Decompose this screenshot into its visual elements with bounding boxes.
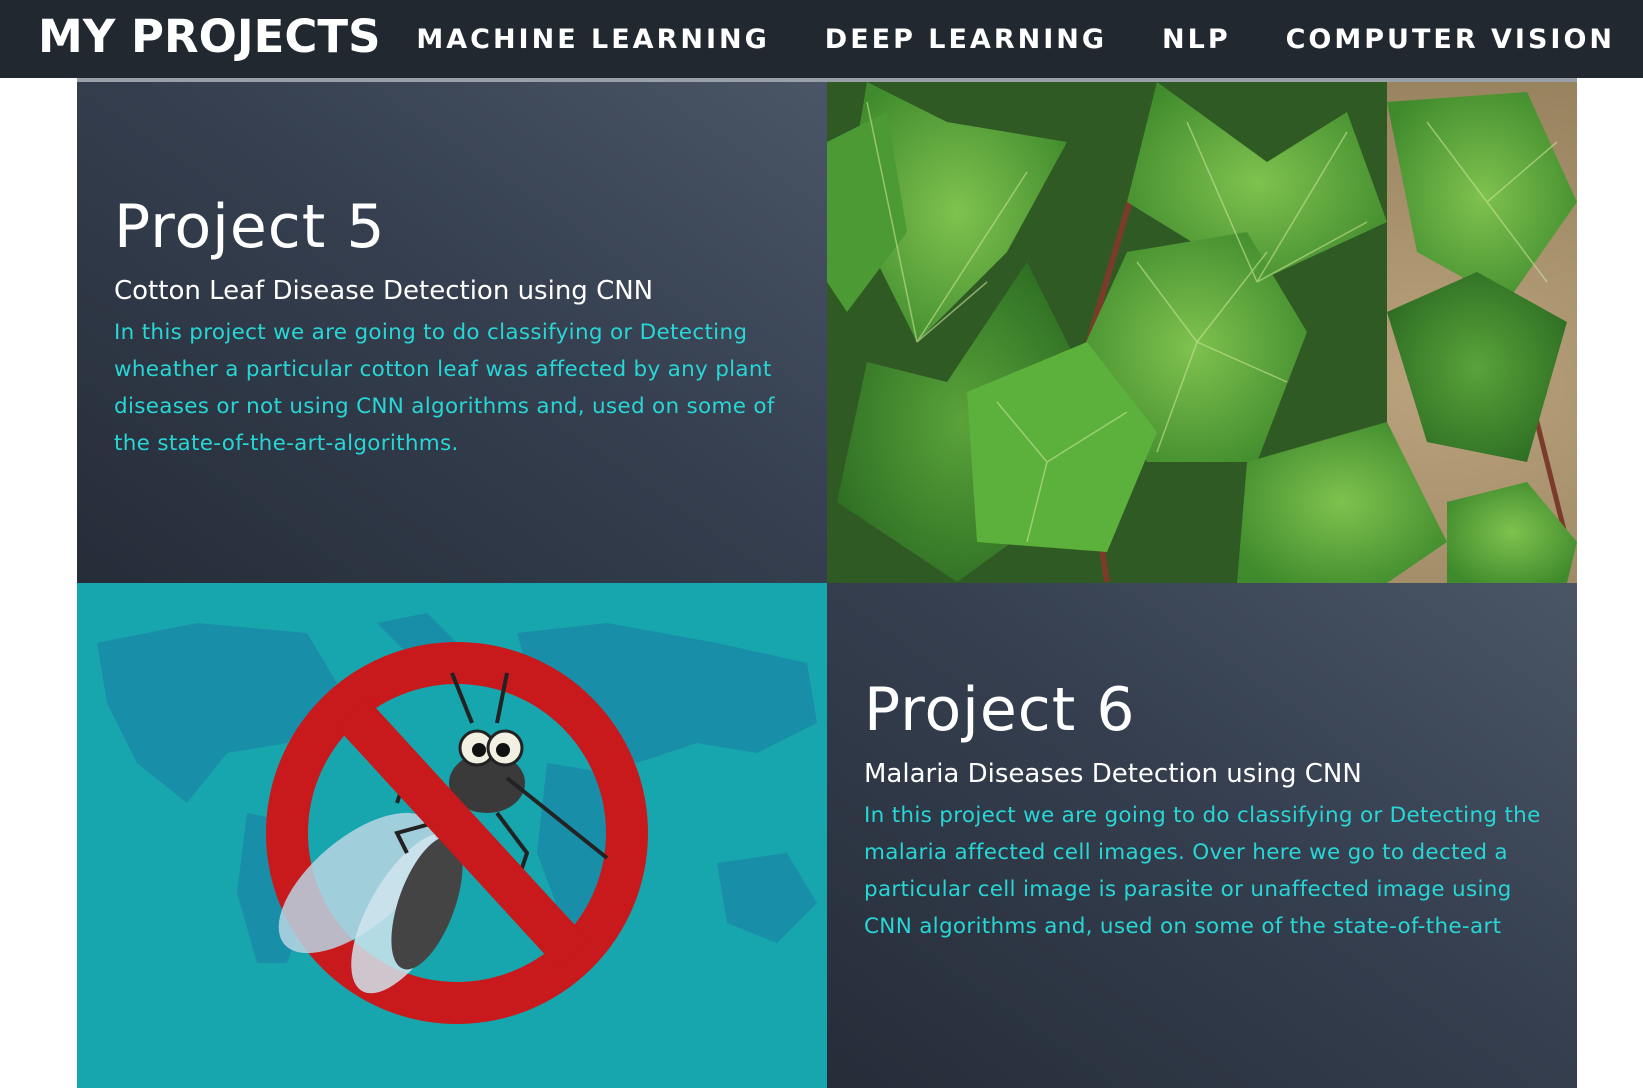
project-5-subtitle: Cotton Leaf Disease Detection using CNN (114, 276, 654, 306)
cotton-leaf-illustration (827, 82, 1577, 583)
project-6-title: Project 6 (864, 675, 1136, 745)
top-navbar: MY PROJECTS MACHINE LEARNING DEEP LEARNI… (0, 0, 1643, 78)
project-6-text-panel: Project 6 Malaria Diseases Detection usi… (827, 583, 1577, 1088)
project-6-description: In this project we are going to do class… (864, 803, 1541, 939)
nav-link-machine-learning[interactable]: MACHINE LEARNING (416, 24, 769, 55)
project-row-5: Project 5 Cotton Leaf Disease Detection … (77, 78, 1577, 583)
projects-grid: Project 5 Cotton Leaf Disease Detection … (77, 78, 1577, 1088)
project-row-6: Project 6 Malaria Diseases Detection usi… (77, 583, 1577, 1088)
project-5-title: Project 5 (114, 192, 386, 262)
mosquito-ban-illustration (77, 583, 827, 1088)
nav-link-deep-learning[interactable]: DEEP LEARNING (825, 24, 1107, 55)
nav-link-nlp[interactable]: NLP (1162, 24, 1231, 55)
cotton-leaf-image (827, 82, 1577, 583)
project-6-subtitle: Malaria Diseases Detection using CNN (864, 759, 1362, 789)
project-5-text-panel: Project 5 Cotton Leaf Disease Detection … (77, 82, 827, 583)
malaria-mosquito-image (77, 583, 827, 1088)
nav-links: MACHINE LEARNING DEEP LEARNING NLP COMPU… (416, 0, 1615, 78)
project-5-description: In this project we are going to do class… (114, 320, 775, 456)
nav-link-computer-vision[interactable]: COMPUTER VISION (1286, 24, 1615, 55)
brand-logo[interactable]: MY PROJECTS (38, 10, 381, 63)
